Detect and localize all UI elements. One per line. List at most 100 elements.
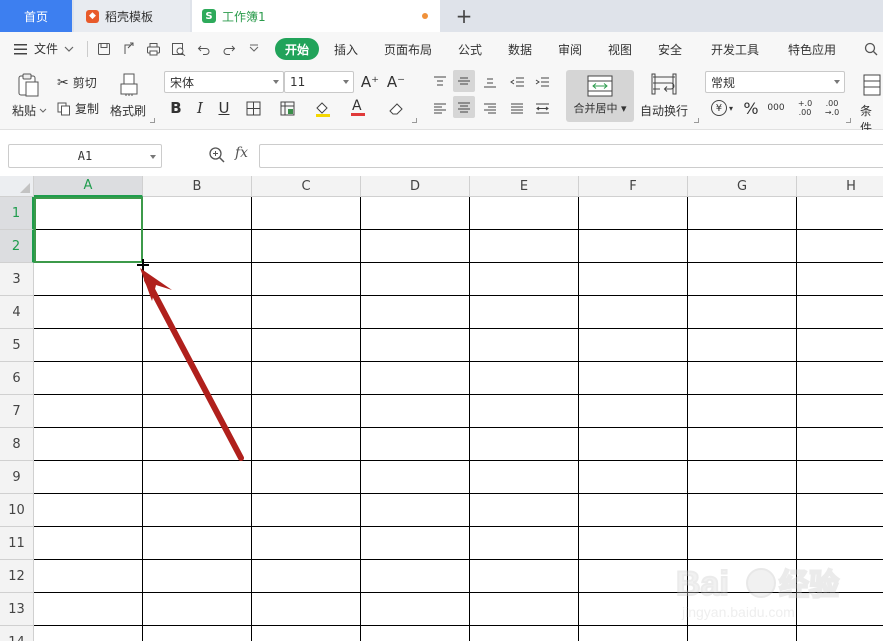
- number-group-launcher[interactable]: [846, 118, 851, 123]
- cell-e8[interactable]: [470, 428, 579, 461]
- bold-button[interactable]: B: [166, 98, 186, 118]
- cell-a4[interactable]: [34, 296, 143, 329]
- row-header-10[interactable]: 10: [0, 494, 34, 527]
- merge-center-button[interactable]: 合并居中 ▾: [566, 70, 634, 122]
- cell-b5[interactable]: [143, 329, 252, 362]
- underline-button[interactable]: U: [214, 98, 234, 118]
- cell-f4[interactable]: [579, 296, 688, 329]
- paste-icon[interactable]: [16, 72, 42, 98]
- column-header-d[interactable]: D: [361, 176, 470, 197]
- alignment-group-launcher[interactable]: [694, 118, 699, 123]
- cell-g8[interactable]: [688, 428, 797, 461]
- increase-decimal-button[interactable]: +.0 .00: [793, 98, 817, 118]
- cell-h3[interactable]: [797, 263, 883, 296]
- formula-input[interactable]: [259, 144, 883, 168]
- cell-d6[interactable]: [361, 362, 470, 395]
- format-painter-icon[interactable]: [118, 72, 142, 98]
- row-header-7[interactable]: 7: [0, 395, 34, 428]
- cell-b4[interactable]: [143, 296, 252, 329]
- row-header-5[interactable]: 5: [0, 329, 34, 362]
- cell-e1[interactable]: [470, 197, 579, 230]
- cell-c10[interactable]: [252, 494, 361, 527]
- cell-h6[interactable]: [797, 362, 883, 395]
- cell-f2[interactable]: [579, 230, 688, 263]
- percent-button[interactable]: %: [741, 98, 761, 118]
- clear-format-button[interactable]: [386, 98, 406, 118]
- cell-h9[interactable]: [797, 461, 883, 494]
- row-header-11[interactable]: 11: [0, 527, 34, 560]
- menu-tab-security[interactable]: 安全: [658, 41, 682, 58]
- cell-b6[interactable]: [143, 362, 252, 395]
- column-header-c[interactable]: C: [252, 176, 361, 197]
- italic-button[interactable]: I: [190, 98, 210, 118]
- align-middle-button[interactable]: [453, 70, 475, 92]
- shrink-font-button[interactable]: A⁻: [386, 72, 406, 92]
- row-header-6[interactable]: 6: [0, 362, 34, 395]
- column-header-g[interactable]: G: [688, 176, 797, 197]
- cell-d5[interactable]: [361, 329, 470, 362]
- cell-g3[interactable]: [688, 263, 797, 296]
- cell-c1[interactable]: [252, 197, 361, 230]
- cell-a1[interactable]: [34, 197, 143, 230]
- cell-a2[interactable]: [34, 230, 143, 263]
- cell-a12[interactable]: [34, 560, 143, 593]
- thousands-separator-button[interactable]: 000: [766, 98, 786, 118]
- cell-grid[interactable]: [34, 197, 883, 641]
- customize-toolbar-icon[interactable]: [244, 41, 263, 57]
- cell-g13[interactable]: [688, 593, 797, 626]
- cell-g11[interactable]: [688, 527, 797, 560]
- cell-f11[interactable]: [579, 527, 688, 560]
- font-color-button[interactable]: A: [348, 98, 368, 118]
- tab-daoke-templates[interactable]: ◆ 稻壳模板: [74, 0, 190, 32]
- column-header-h[interactable]: H: [797, 176, 883, 197]
- menu-tab-view[interactable]: 视图: [608, 41, 632, 58]
- clipboard-group-launcher[interactable]: [150, 118, 155, 123]
- cell-f5[interactable]: [579, 329, 688, 362]
- wrap-text-button[interactable]: 自动换行: [640, 102, 688, 119]
- align-bottom-button[interactable]: [480, 72, 500, 92]
- cell-g14[interactable]: [688, 626, 797, 641]
- cut-button[interactable]: ✂ 剪切: [57, 74, 97, 91]
- decrease-decimal-button[interactable]: .00 →.0: [820, 98, 844, 118]
- cell-b11[interactable]: [143, 527, 252, 560]
- print-icon[interactable]: [144, 41, 163, 57]
- cell-h12[interactable]: [797, 560, 883, 593]
- copy-button[interactable]: 复制: [57, 100, 99, 117]
- justify-button[interactable]: [507, 98, 527, 118]
- font-size-select[interactable]: 11: [284, 71, 354, 93]
- cell-b1[interactable]: [143, 197, 252, 230]
- insert-function-button[interactable]: fx: [235, 145, 248, 161]
- save-icon[interactable]: [94, 41, 113, 57]
- menu-tab-insert[interactable]: 插入: [334, 41, 358, 58]
- row-header-4[interactable]: 4: [0, 296, 34, 329]
- font-group-launcher[interactable]: [412, 118, 417, 123]
- cell-c14[interactable]: [252, 626, 361, 641]
- column-header-a[interactable]: A: [34, 176, 143, 197]
- borders-button[interactable]: [243, 98, 263, 118]
- row-header-12[interactable]: 12: [0, 560, 34, 593]
- cell-e3[interactable]: [470, 263, 579, 296]
- cell-h7[interactable]: [797, 395, 883, 428]
- menu-tab-formulas[interactable]: 公式: [458, 41, 482, 58]
- currency-button[interactable]: ¥ ▾: [708, 98, 736, 118]
- cell-e4[interactable]: [470, 296, 579, 329]
- align-right-button[interactable]: [480, 98, 500, 118]
- cell-style-button[interactable]: [278, 98, 298, 118]
- column-header-f[interactable]: F: [579, 176, 688, 197]
- cell-c8[interactable]: [252, 428, 361, 461]
- cell-d14[interactable]: [361, 626, 470, 641]
- cell-h11[interactable]: [797, 527, 883, 560]
- tab-workbook[interactable]: S 工作簿1: [192, 0, 440, 32]
- cell-a3[interactable]: [34, 263, 143, 296]
- cell-c7[interactable]: [252, 395, 361, 428]
- cell-e5[interactable]: [470, 329, 579, 362]
- cell-f12[interactable]: [579, 560, 688, 593]
- cell-g1[interactable]: [688, 197, 797, 230]
- cell-d2[interactable]: [361, 230, 470, 263]
- cell-h2[interactable]: [797, 230, 883, 263]
- cell-a14[interactable]: [34, 626, 143, 641]
- cell-c13[interactable]: [252, 593, 361, 626]
- number-format-select[interactable]: 常规: [705, 71, 845, 93]
- cell-d4[interactable]: [361, 296, 470, 329]
- cell-d1[interactable]: [361, 197, 470, 230]
